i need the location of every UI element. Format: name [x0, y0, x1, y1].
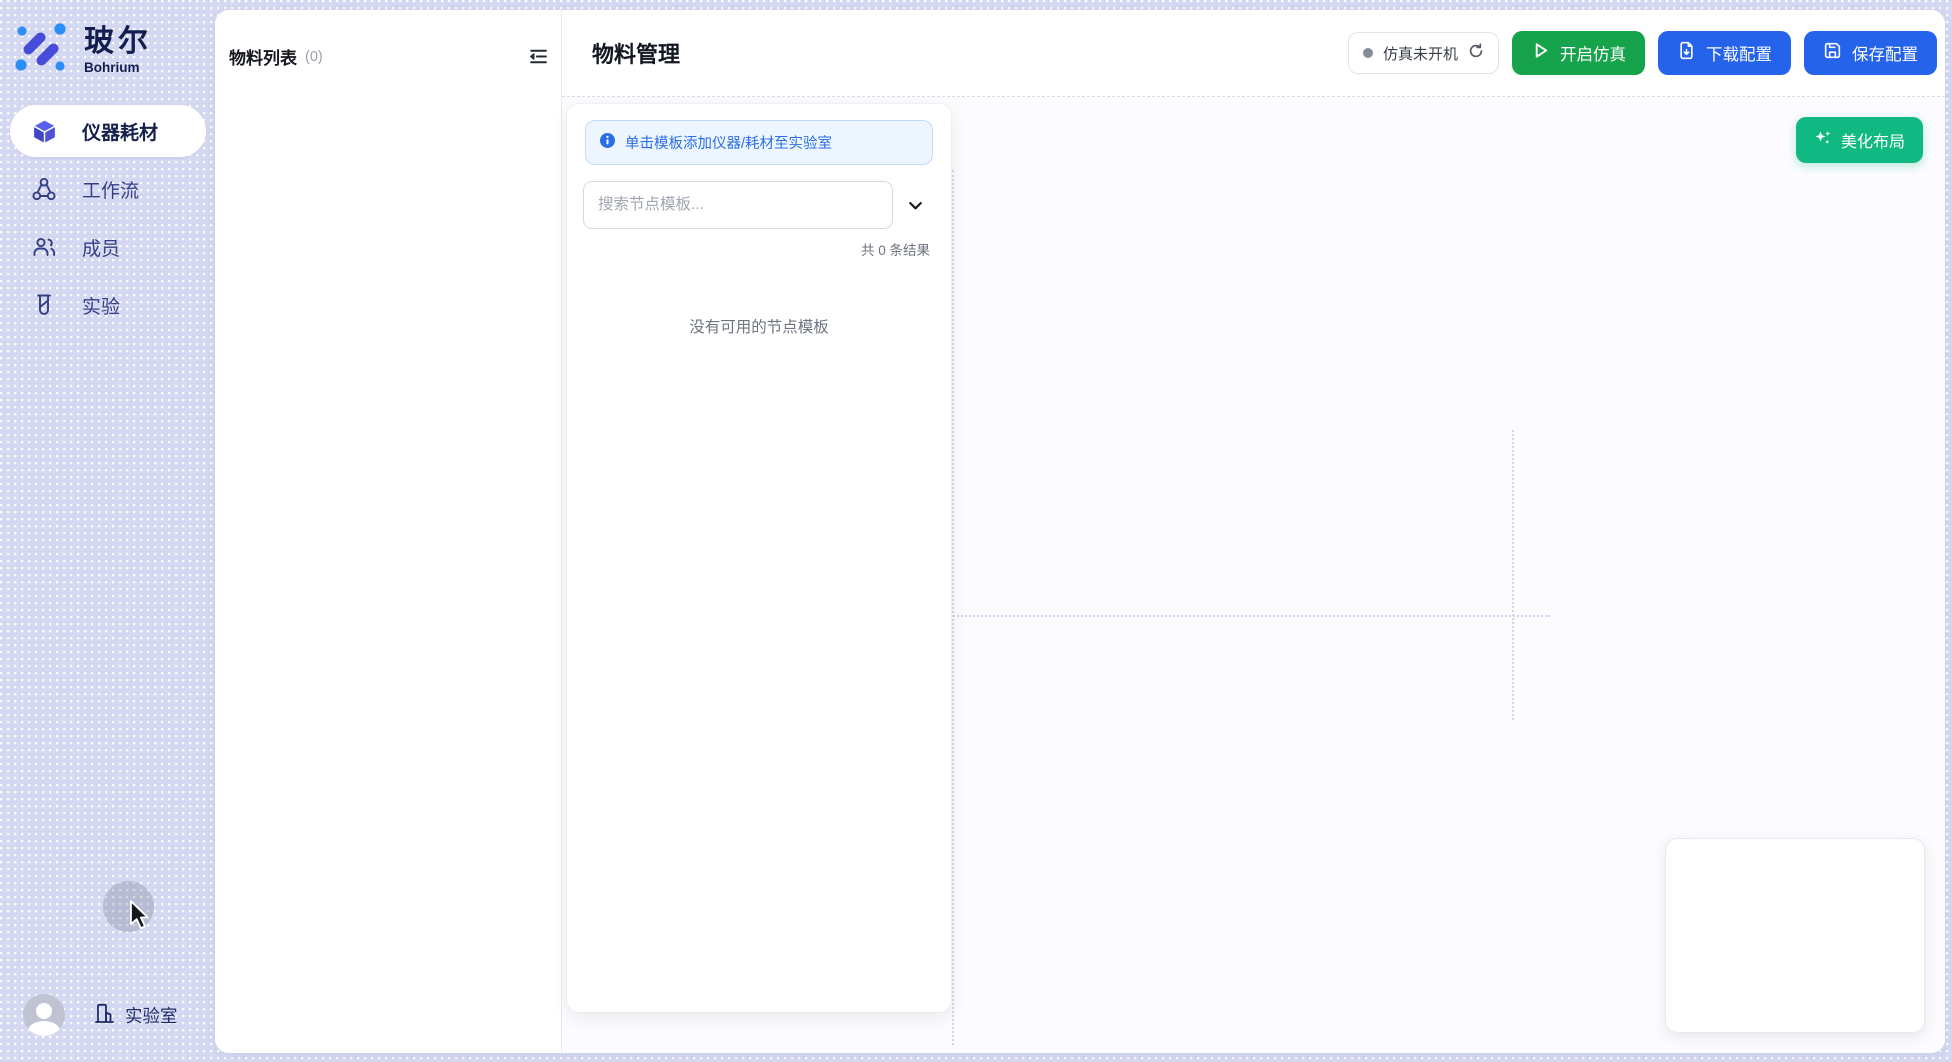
lab-label: 实验室: [125, 1003, 178, 1028]
test-tube-icon: [30, 291, 58, 319]
sidebar-item-label: 实验: [82, 292, 120, 319]
sparkles-icon: [1814, 129, 1832, 152]
canvas-area: 物料管理 仿真未开机: [562, 10, 1945, 1053]
template-hint-text: 单击模板添加仪器/耗材至实验室: [625, 132, 832, 153]
sidebar-nav: 仪器耗材 工作流 成员: [10, 105, 206, 337]
brand-name: 玻尔 Bohrium: [84, 25, 152, 75]
results-count: 共 0 条结果: [588, 239, 930, 259]
download-config-button[interactable]: 下载配置: [1658, 31, 1791, 75]
header-actions: 仿真未开机 开启仿真: [1348, 31, 1937, 75]
sidebar-item-label: 工作流: [82, 176, 139, 203]
app-root: { "brand": { "zh": "玻尔", "en": "Bohrium"…: [0, 0, 1952, 1062]
empty-templates-message: 没有可用的节点模板: [567, 315, 951, 337]
simulation-status-pill[interactable]: 仿真未开机: [1348, 32, 1499, 74]
save-config-label: 保存配置: [1852, 41, 1918, 65]
cube-icon: [30, 117, 58, 145]
building-icon: [92, 1001, 116, 1030]
materials-list-panel: 物料列表 (0): [215, 10, 562, 1053]
sidebar-item-label: 仪器耗材: [82, 118, 158, 145]
workspace-window: 物料列表 (0) 物料管理 仿真未开机: [215, 10, 1945, 1053]
template-hint-banner: 单击模板添加仪器/耗材至实验室: [585, 120, 933, 165]
beautify-layout-label: 美化布局: [1841, 128, 1905, 152]
brand-name-zh: 玻尔: [84, 25, 152, 58]
sidebar-item-members[interactable]: 成员: [10, 221, 206, 273]
collapse-panel-icon[interactable]: [526, 45, 549, 68]
brand-logo: 玻尔 Bohrium: [13, 20, 152, 79]
mouse-cursor-icon: [127, 900, 151, 935]
workflow-cycle-icon: [30, 175, 58, 203]
chevron-down-icon[interactable]: [906, 196, 925, 215]
canvas-guide-horizontal: [910, 615, 1550, 617]
materials-list-header: 物料列表 (0): [215, 10, 561, 69]
sidebar-footer: 实验室: [23, 994, 178, 1036]
bohrium-logo-icon: [13, 20, 69, 79]
materials-list-count: (0): [305, 49, 323, 65]
file-download-icon: [1677, 41, 1696, 65]
sidebar-item-workflow[interactable]: 工作流: [10, 163, 206, 215]
start-simulation-label: 开启仿真: [1560, 41, 1626, 65]
save-icon: [1823, 41, 1842, 65]
download-config-label: 下载配置: [1706, 41, 1772, 65]
save-config-button[interactable]: 保存配置: [1804, 31, 1937, 75]
start-simulation-button[interactable]: 开启仿真: [1512, 31, 1645, 75]
user-avatar[interactable]: [23, 994, 65, 1036]
canvas-guide-vertical-1: [952, 170, 954, 1045]
page-header: 物料管理 仿真未开机: [562, 10, 1945, 97]
minimap[interactable]: [1665, 838, 1925, 1033]
info-icon: [599, 132, 616, 153]
status-dot-icon: [1363, 48, 1373, 58]
sidebar-item-instruments[interactable]: 仪器耗材: [10, 105, 206, 157]
brand-name-en: Bohrium: [84, 60, 152, 75]
lab-switcher[interactable]: 实验室: [92, 1001, 178, 1030]
node-template-panel: 单击模板添加仪器/耗材至实验室 共 0 条结果 没有可用的节点模板: [567, 104, 951, 1012]
refresh-icon: [1468, 43, 1484, 63]
beautify-layout-button[interactable]: 美化布局: [1796, 117, 1923, 163]
materials-list-title: 物料列表: [229, 44, 297, 69]
page-title: 物料管理: [592, 37, 680, 69]
play-icon: [1531, 41, 1550, 65]
users-icon: [30, 233, 58, 261]
template-search-row: [583, 181, 933, 229]
sidebar-item-label: 成员: [82, 234, 120, 261]
sidebar-item-experiments[interactable]: 实验: [10, 279, 206, 331]
template-search-input[interactable]: [583, 181, 893, 229]
canvas-guide-vertical-2: [1512, 430, 1514, 720]
simulation-status-label: 仿真未开机: [1383, 43, 1458, 64]
